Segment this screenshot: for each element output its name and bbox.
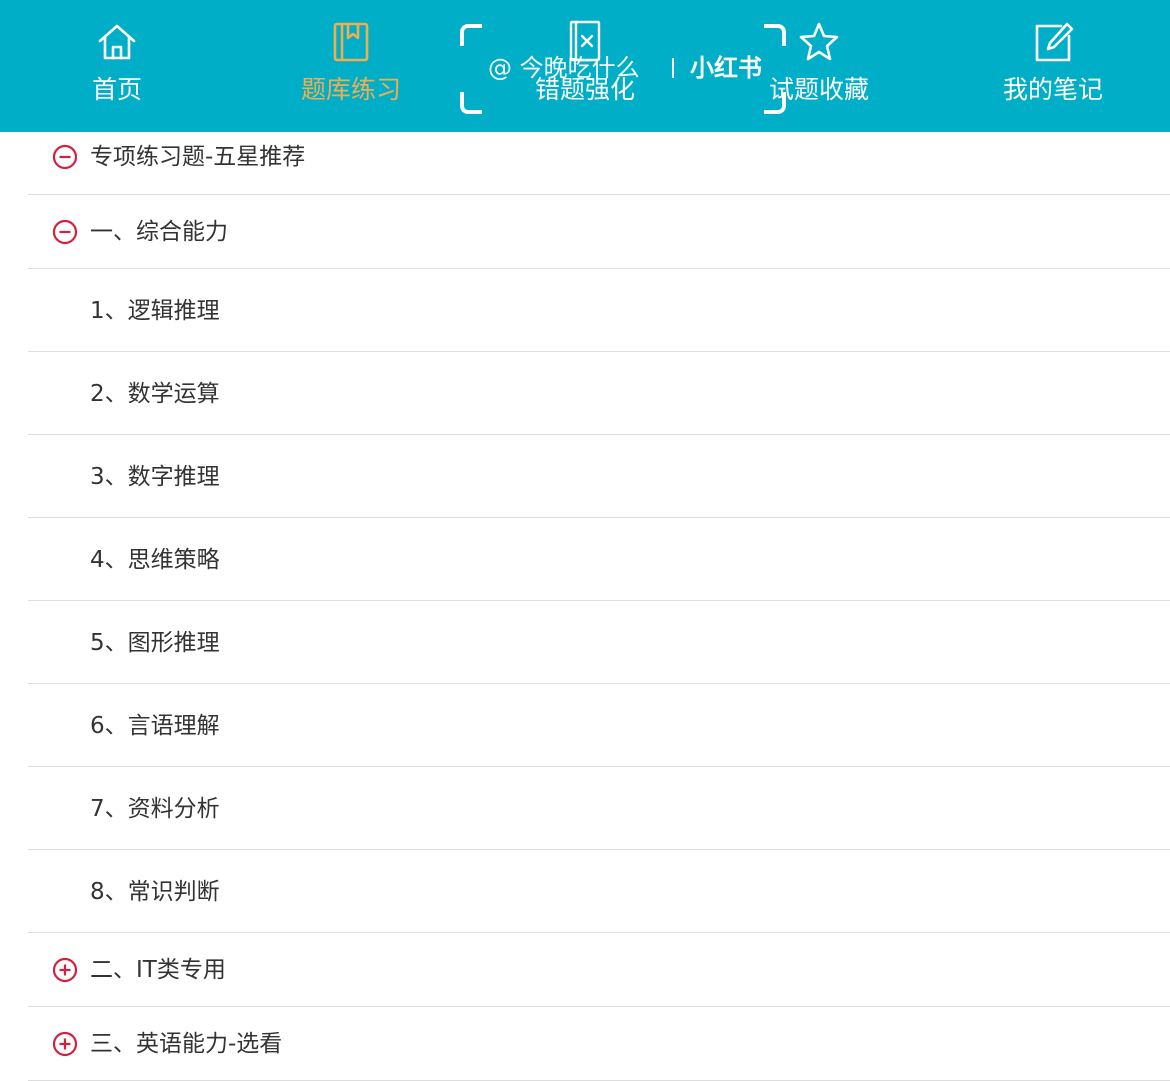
item-label: 2、数学运算: [90, 381, 220, 407]
item-label: 4、思维策略: [90, 547, 220, 573]
plus-circle-icon[interactable]: [52, 1031, 78, 1057]
tab-favorites[interactable]: 试题收藏: [702, 0, 936, 132]
tab-label: 我的笔记: [1002, 75, 1103, 104]
section-label: 三、英语能力-选看: [90, 1031, 283, 1057]
section-label: 一、综合能力: [90, 219, 228, 245]
section-label: 专项练习题-五星推荐: [90, 144, 306, 170]
section-general-ability[interactable]: 一、综合能力: [28, 195, 1170, 269]
tab-my-notes[interactable]: 我的笔记: [936, 0, 1170, 132]
tab-home[interactable]: 首页: [0, 0, 234, 132]
home-icon: [95, 20, 139, 64]
tab-wrong-questions[interactable]: 错题强化: [468, 0, 702, 132]
item-label: 8、常识判断: [90, 879, 220, 905]
item-label: 1、逻辑推理: [90, 298, 220, 324]
section-label: 二、IT类专用: [90, 957, 226, 983]
item-label: 3、数字推理: [90, 464, 220, 490]
list-item[interactable]: 4、思维策略: [28, 518, 1170, 601]
top-tab-bar: 首页 题库练习 错题强化 试题收藏 我的笔记: [0, 0, 1170, 132]
tab-question-bank[interactable]: 题库练习: [234, 0, 468, 132]
question-bank-list: 专项练习题-五星推荐 一、综合能力 1、逻辑推理 2、数学运算 3、数字推理 4…: [0, 132, 1170, 1081]
item-label: 5、图形推理: [90, 630, 220, 656]
list-item[interactable]: 1、逻辑推理: [28, 269, 1170, 352]
section-five-star[interactable]: 专项练习题-五星推荐: [28, 132, 1170, 195]
section-english-ability[interactable]: 三、英语能力-选看: [28, 1007, 1170, 1081]
plus-circle-icon[interactable]: [52, 957, 78, 983]
list-item[interactable]: 7、资料分析: [28, 767, 1170, 850]
section-it-special[interactable]: 二、IT类专用: [28, 933, 1170, 1007]
tab-label: 试题收藏: [768, 75, 869, 104]
tab-label: 错题强化: [534, 75, 635, 104]
edit-note-icon: [1031, 20, 1075, 64]
minus-circle-icon[interactable]: [52, 219, 78, 245]
list-item[interactable]: 8、常识判断: [28, 850, 1170, 933]
item-label: 6、言语理解: [90, 713, 220, 739]
star-icon: [797, 20, 841, 64]
item-label: 7、资料分析: [90, 796, 220, 822]
list-item[interactable]: 2、数学运算: [28, 352, 1170, 435]
list-item[interactable]: 3、数字推理: [28, 435, 1170, 518]
list-item[interactable]: 5、图形推理: [28, 601, 1170, 684]
tab-label: 首页: [91, 75, 142, 104]
minus-circle-icon[interactable]: [52, 144, 78, 170]
wrong-question-icon: [563, 20, 607, 64]
list-item[interactable]: 6、言语理解: [28, 684, 1170, 767]
book-icon: [329, 20, 373, 64]
tab-label: 题库练习: [300, 75, 401, 104]
